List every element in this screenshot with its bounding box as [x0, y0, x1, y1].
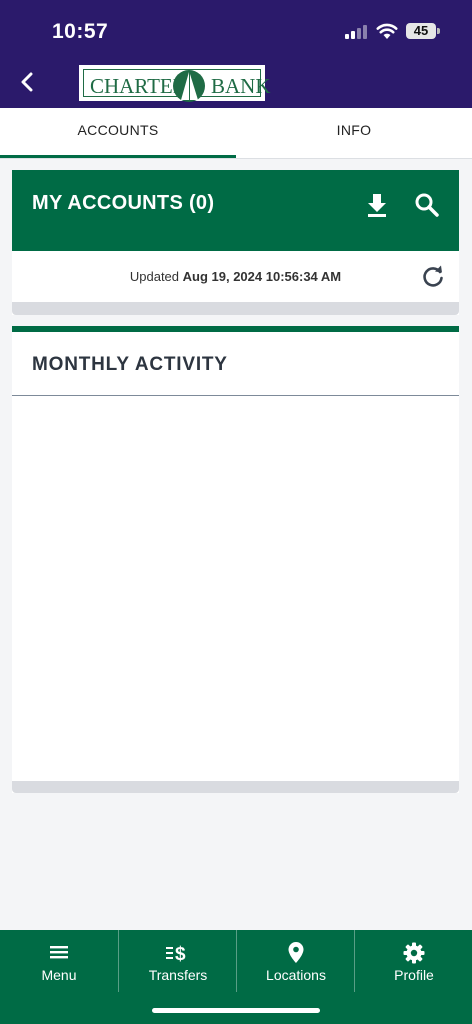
logo-frame: CHARTER BANK: [83, 69, 271, 102]
nav-locations-icon-wrap: [237, 942, 355, 964]
updated-timestamp: Updated Aug 19, 2024 10:56:34 AM: [12, 269, 459, 284]
tab-accounts[interactable]: ACCOUNTS: [0, 108, 236, 158]
download-icon: [368, 194, 386, 217]
nav-transfers[interactable]: $ Transfers: [118, 930, 236, 992]
tab-bar: ACCOUNTS INFO: [0, 108, 472, 159]
menu-icon: [50, 946, 68, 959]
app-header: CHARTER BANK: [0, 56, 472, 108]
nav-menu-icon-wrap: [0, 942, 118, 964]
chevron-left-icon: [21, 72, 33, 92]
status-bar: 10:57 45: [0, 0, 472, 56]
battery-icon: 45: [406, 23, 436, 39]
search-button[interactable]: [412, 190, 442, 220]
download-button[interactable]: [362, 190, 392, 220]
svg-text:$: $: [175, 944, 186, 964]
wifi-icon: [376, 23, 398, 39]
nav-transfers-label: Transfers: [148, 967, 208, 983]
nav-profile-icon-wrap: [355, 942, 472, 964]
nav-menu[interactable]: Menu: [0, 930, 118, 992]
back-button[interactable]: [12, 66, 42, 98]
tab-info[interactable]: INFO: [236, 108, 472, 158]
monthly-activity-title: MONTHLY ACTIVITY: [32, 354, 228, 375]
refresh-icon: [423, 265, 443, 287]
signal-icon: [345, 25, 369, 39]
my-accounts-card: MY ACCOUNTS (0) Updated Aug 19, 2024 10:…: [12, 170, 459, 315]
active-tab-indicator: [0, 155, 236, 158]
sail-logo-icon: [173, 70, 205, 102]
home-indicator[interactable]: [152, 1008, 320, 1013]
nav-profile[interactable]: Profile: [354, 930, 472, 992]
my-accounts-title: MY ACCOUNTS (0): [32, 192, 215, 214]
bottom-navigation: Menu $ Transfers Locations Profile: [0, 930, 472, 1024]
nav-transfers-icon-wrap: $: [119, 942, 237, 964]
logo-text-right: BANK: [211, 74, 271, 98]
transfer-icon: $: [166, 944, 186, 964]
nav-locations-label: Locations: [266, 967, 326, 983]
nav-profile-label: Profile: [394, 967, 434, 983]
nav-locations[interactable]: Locations: [236, 930, 354, 992]
bank-logo: CHARTER BANK: [79, 65, 271, 102]
my-accounts-header: MY ACCOUNTS (0): [12, 170, 459, 251]
location-pin-icon: [288, 942, 304, 963]
monthly-card-footer: [12, 781, 459, 793]
updated-label: Updated: [129, 269, 180, 284]
gear-icon: [403, 942, 425, 964]
monthly-activity-card: MONTHLY ACTIVITY: [12, 326, 459, 793]
search-icon: [415, 193, 439, 217]
battery-nub: [437, 28, 440, 34]
updated-value: Aug 19, 2024 10:56:34 AM: [182, 269, 342, 284]
status-time: 10:57: [52, 20, 109, 43]
refresh-button[interactable]: [420, 264, 446, 290]
nav-menu-label: Menu: [41, 967, 77, 983]
monthly-divider: [12, 395, 459, 396]
updated-row: Updated Aug 19, 2024 10:56:34 AM: [12, 251, 459, 301]
accounts-card-footer: [12, 302, 459, 315]
